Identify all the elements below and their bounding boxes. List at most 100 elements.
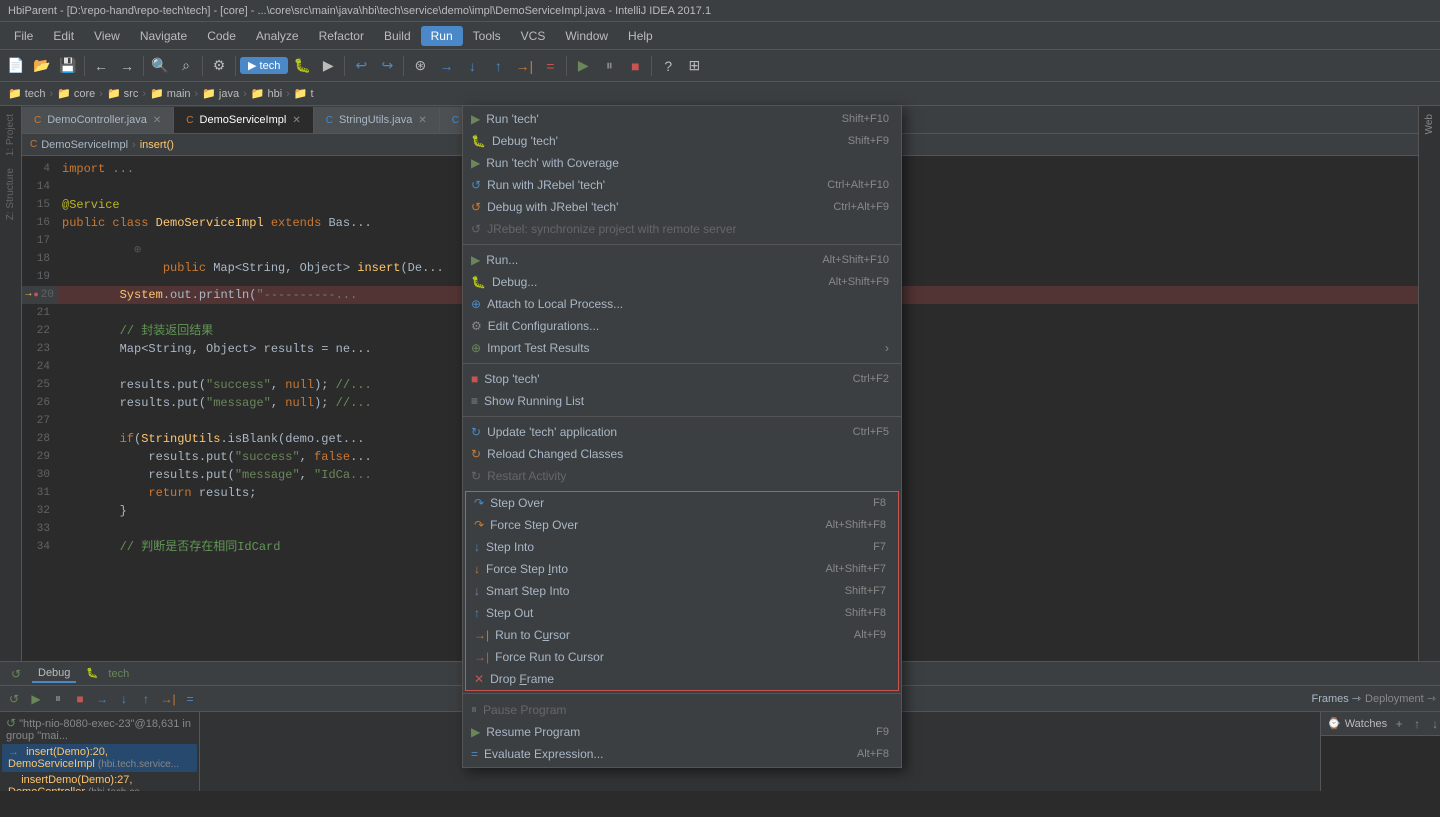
dropdown-run-coverage[interactable]: ▶ Run 'tech' with Coverage bbox=[463, 152, 901, 174]
dropdown-reload-classes[interactable]: ↻ Reload Changed Classes bbox=[463, 443, 901, 465]
dropdown-debug-jrebel[interactable]: ↺ Debug with JRebel 'tech' Ctrl+Alt+F9 bbox=[463, 196, 901, 218]
toolbar-ext[interactable]: ⊞ bbox=[682, 54, 706, 78]
debug-btn-eval[interactable]: = bbox=[180, 689, 200, 709]
menu-edit[interactable]: Edit bbox=[43, 26, 84, 46]
debug-frame-insert[interactable]: → insert(Demo):20, DemoServiceImpl (hbi.… bbox=[2, 744, 197, 772]
dropdown-force-step-into[interactable]: ↓ Force Step Into Alt+Shift+F7 bbox=[466, 558, 898, 580]
menu-refactor[interactable]: Refactor bbox=[309, 26, 374, 46]
sidebar-structure[interactable]: Z: Structure bbox=[5, 164, 16, 224]
toolbar-search2[interactable]: ⌕ bbox=[174, 54, 198, 78]
toolbar-forward[interactable]: → bbox=[115, 54, 139, 78]
dropdown-running-list[interactable]: ≡ Show Running List bbox=[463, 390, 901, 412]
menu-build[interactable]: Build bbox=[374, 26, 421, 46]
dropdown-debug-tech[interactable]: 🐛 Debug 'tech' Shift+F9 bbox=[463, 130, 901, 152]
toolbar-search1[interactable]: 🔍 bbox=[148, 54, 172, 78]
watches-add-btn[interactable]: + bbox=[1391, 716, 1407, 732]
frames-tab[interactable]: Frames ⇾ bbox=[1311, 692, 1361, 705]
menu-file[interactable]: File bbox=[4, 26, 43, 46]
toolbar-redo[interactable]: ↪ bbox=[375, 54, 399, 78]
dropdown-step-into[interactable]: ↓ Step Into F7 bbox=[466, 536, 898, 558]
menu-vcs[interactable]: VCS bbox=[511, 26, 556, 46]
debug-btn-step-over[interactable]: → bbox=[92, 689, 112, 709]
menu-analyze[interactable]: Analyze bbox=[246, 26, 309, 46]
tab-democontroller[interactable]: C DemoController.java ✕ bbox=[22, 107, 174, 133]
toolbar-undo[interactable]: ↩ bbox=[349, 54, 373, 78]
menu-help[interactable]: Help bbox=[618, 26, 663, 46]
dropdown-run-dots[interactable]: ▶ Run... Alt+Shift+F10 bbox=[463, 249, 901, 271]
tab-demoserviceimpl[interactable]: C DemoServiceImpl ✕ bbox=[174, 107, 313, 133]
breadcrumb-t[interactable]: 📁 t bbox=[294, 87, 314, 100]
breadcrumb-src[interactable]: 📁 src bbox=[107, 87, 138, 100]
dropdown-run-jrebel[interactable]: ↺ Run with JRebel 'tech' Ctrl+Alt+F10 bbox=[463, 174, 901, 196]
dropdown-attach[interactable]: ⊕ Attach to Local Process... bbox=[463, 293, 901, 315]
debug-btn-rerun[interactable]: ↺ bbox=[4, 689, 24, 709]
breadcrumb-java[interactable]: 📁 java bbox=[202, 87, 239, 100]
tab-close-democontroller[interactable]: ✕ bbox=[153, 115, 161, 126]
debug-frame-reload[interactable]: ↺ "http-nio-8080-exec-23"@18,631 in grou… bbox=[2, 714, 197, 744]
toolbar-stop[interactable]: ■ bbox=[623, 54, 647, 78]
dropdown-resume[interactable]: ▶ Resume Program F9 bbox=[463, 721, 901, 743]
toolbar-open[interactable]: 📂 bbox=[30, 54, 54, 78]
debug-btn-pause[interactable]: ⏸ bbox=[48, 689, 68, 709]
watches-up-btn[interactable]: ↑ bbox=[1409, 716, 1425, 732]
breadcrumb-main[interactable]: 📁 main bbox=[150, 87, 191, 100]
toolbar-back[interactable]: ← bbox=[89, 54, 113, 78]
dropdown-smart-step-into[interactable]: ↓ Smart Step Into Shift+F7 bbox=[466, 580, 898, 602]
tab-close-stringutils[interactable]: ✕ bbox=[418, 115, 426, 126]
toolbar-run-cursor[interactable]: →| bbox=[512, 54, 536, 78]
dropdown-edit-config[interactable]: ⚙ Edit Configurations... bbox=[463, 315, 901, 337]
toolbar-step-out[interactable]: ↑ bbox=[486, 54, 510, 78]
dropdown-step-out[interactable]: ↑ Step Out Shift+F8 bbox=[466, 602, 898, 624]
dropdown-debug-dots[interactable]: 🐛 Debug... Alt+Shift+F9 bbox=[463, 271, 901, 293]
toolbar-save[interactable]: 💾 bbox=[56, 54, 80, 78]
force-run-cursor-label: Force Run to Cursor bbox=[495, 650, 604, 664]
toolbar-debug[interactable]: 🐛 bbox=[290, 54, 314, 78]
debug-btn-step-into[interactable]: ↓ bbox=[114, 689, 134, 709]
dropdown-stop-tech[interactable]: ■ Stop 'tech' Ctrl+F2 bbox=[463, 368, 901, 390]
tab-close-demoserviceimpl[interactable]: ✕ bbox=[292, 115, 300, 126]
dropdown-step-over[interactable]: ↷ Step Over F8 bbox=[466, 492, 898, 514]
dropdown-evaluate[interactable]: = Evaluate Expression... Alt+F8 bbox=[463, 743, 901, 765]
debug-btn-step-out[interactable]: ↑ bbox=[136, 689, 156, 709]
toolbar-coverage[interactable]: ▶ bbox=[316, 54, 340, 78]
toolbar-resume[interactable]: ▶ bbox=[571, 54, 595, 78]
breadcrumb-tech[interactable]: 📁 tech bbox=[8, 87, 46, 100]
tab-stringutils[interactable]: C StringUtils.java ✕ bbox=[314, 107, 440, 133]
toolbar-run-btn[interactable]: ▶ tech bbox=[240, 57, 288, 74]
toolbar-new[interactable]: 📄 bbox=[4, 54, 28, 78]
toolbar-breakpoints[interactable]: ⊛ bbox=[408, 54, 432, 78]
toolbar-settings[interactable]: ⚙ bbox=[207, 54, 231, 78]
debug-tab-main[interactable]: Debug bbox=[32, 665, 76, 683]
menu-tools[interactable]: Tools bbox=[463, 26, 511, 46]
deployment-tab[interactable]: Deployment ⇾ bbox=[1365, 692, 1436, 705]
breadcrumb-class[interactable]: DemoServiceImpl bbox=[41, 139, 128, 151]
dropdown-update-tech[interactable]: ↻ Update 'tech' application Ctrl+F5 bbox=[463, 421, 901, 443]
breadcrumb-core[interactable]: 📁 core bbox=[57, 87, 95, 100]
dropdown-run-cursor[interactable]: →| Run to Cursor Alt+F9 bbox=[466, 624, 898, 646]
debug-btn-run-cursor[interactable]: →| bbox=[158, 689, 178, 709]
dropdown-import-test[interactable]: ⊕ Import Test Results › bbox=[463, 337, 901, 359]
menu-code[interactable]: Code bbox=[197, 26, 246, 46]
menu-run[interactable]: Run bbox=[421, 26, 463, 46]
breadcrumb-hbi[interactable]: 📁 hbi bbox=[251, 87, 282, 100]
toolbar-step-into[interactable]: ↓ bbox=[460, 54, 484, 78]
menu-window[interactable]: Window bbox=[555, 26, 618, 46]
toolbar-help[interactable]: ? bbox=[656, 54, 680, 78]
dropdown-run-tech[interactable]: ▶ Run 'tech' Shift+F10 bbox=[463, 108, 901, 130]
menu-view[interactable]: View bbox=[84, 26, 130, 46]
toolbar-pause[interactable]: ⏸ bbox=[597, 54, 621, 78]
sidebar-project[interactable]: 1: Project bbox=[5, 110, 16, 160]
dropdown-force-step-over[interactable]: ↷ Force Step Over Alt+Shift+F8 bbox=[466, 514, 898, 536]
toolbar-step-over[interactable]: → bbox=[434, 54, 458, 78]
web-label[interactable]: Web bbox=[1424, 110, 1435, 138]
debug-refresh-icon[interactable]: ↺ bbox=[8, 666, 24, 682]
dropdown-drop-frame[interactable]: ✕ Drop Frame bbox=[466, 668, 898, 690]
debug-btn-resume[interactable]: ▶ bbox=[26, 689, 46, 709]
breadcrumb-method[interactable]: insert() bbox=[140, 139, 174, 151]
watches-down-btn[interactable]: ↓ bbox=[1427, 716, 1440, 732]
debug-btn-stop[interactable]: ■ bbox=[70, 689, 90, 709]
dropdown-force-run-cursor[interactable]: →| Force Run to Cursor bbox=[466, 646, 898, 668]
debug-frame-insertdemo[interactable]: insertDemo(Demo):27, DemoController (hbi… bbox=[2, 772, 197, 791]
menu-navigate[interactable]: Navigate bbox=[130, 26, 197, 46]
toolbar-evaluate[interactable]: = bbox=[538, 54, 562, 78]
